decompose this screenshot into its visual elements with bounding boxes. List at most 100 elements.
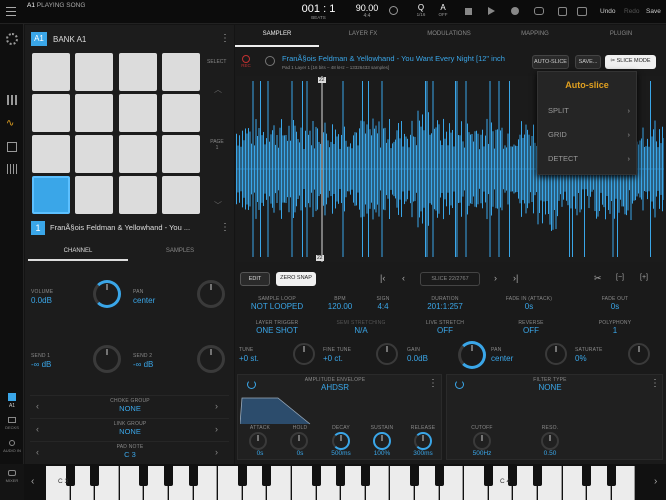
link-group-row[interactable]: ‹ LINK GROUP NONE ›	[30, 418, 229, 439]
redo-button[interactable]: Redo	[624, 8, 640, 15]
edit-button[interactable]: EDIT	[240, 272, 270, 286]
hold-knob[interactable]	[290, 432, 308, 450]
sustain-knob[interactable]	[373, 432, 391, 450]
filter-type-header[interactable]: FILTER TYPE NONE	[470, 377, 630, 392]
ui-icon[interactable]	[577, 7, 587, 16]
pad-11[interactable]	[119, 94, 157, 132]
black-key[interactable]	[262, 466, 272, 486]
sample-title[interactable]: FranÃ§ois Feldman & Yellowhand - You Wan…	[282, 54, 528, 63]
tempo-display[interactable]: 90.00 4:4	[352, 3, 382, 19]
tab-channel[interactable]: CHANNEL	[28, 243, 128, 261]
pad-2[interactable]	[75, 176, 113, 214]
metronome-icon[interactable]	[389, 6, 398, 15]
octave-down-icon[interactable]: ‹	[31, 476, 34, 487]
black-key[interactable]	[533, 466, 542, 486]
cutoff-knob[interactable]	[473, 432, 491, 450]
slice-counter[interactable]: SLICE 22/2767	[420, 272, 480, 286]
settings-icon[interactable]	[6, 33, 18, 45]
pad-14[interactable]	[75, 53, 113, 91]
param-live-stretch[interactable]: LIVE STRETCH OFF	[410, 320, 480, 335]
pad-6[interactable]	[75, 135, 113, 173]
prev-slice-icon[interactable]: ‹	[402, 273, 405, 283]
bank-more-icon[interactable]: ⋮	[220, 33, 230, 44]
pad-15[interactable]	[119, 53, 157, 91]
position-display[interactable]: 001 : 1 BEATS	[296, 3, 341, 20]
black-key[interactable]	[90, 466, 100, 486]
black-key[interactable]	[336, 466, 346, 486]
amp-envelope-header[interactable]: AMPLITUDE ENVELOPE AHDSR	[260, 377, 410, 392]
pad-5[interactable]	[32, 135, 70, 173]
save-sample-button[interactable]: SAVE...	[575, 55, 601, 69]
amp-more-icon[interactable]: ⋮	[428, 378, 438, 389]
last-slice-icon[interactable]: ›|	[513, 273, 518, 283]
pad-7[interactable]	[119, 135, 157, 173]
black-key[interactable]	[139, 466, 149, 486]
black-key[interactable]	[434, 466, 444, 486]
menu-item-detect[interactable]: DETECT ›	[548, 154, 630, 163]
note-next-icon[interactable]: ›	[215, 447, 218, 457]
tab-layer-fx[interactable]: LAYER FX	[321, 31, 405, 37]
tune-knob[interactable]	[293, 343, 315, 365]
slice-marker-top[interactable]: 22	[318, 77, 326, 83]
loop-icon[interactable]	[534, 7, 544, 15]
record-button[interactable]: REC	[238, 55, 254, 68]
pad-note-row[interactable]: ‹ PAD NOTE C 3 ›	[30, 441, 229, 462]
quantize-display[interactable]: Q 1/16	[413, 3, 429, 17]
release-knob[interactable]	[414, 432, 432, 450]
sidebar-mixer[interactable]: MIXER	[0, 470, 24, 483]
pad-sample-name[interactable]: FranÃ§ois Feldman & Yellowhand - You ...	[50, 223, 212, 232]
stop-icon[interactable]	[465, 8, 472, 15]
zero-snap-button[interactable]: ZERO SNAP	[276, 272, 316, 286]
automation-icon[interactable]	[558, 7, 567, 16]
volume-knob[interactable]	[93, 280, 121, 308]
next-slice-icon[interactable]: ›	[494, 273, 497, 283]
auto-slice-button[interactable]: AUTO-SLICE	[532, 55, 569, 69]
pad-10[interactable]	[75, 94, 113, 132]
filter-power-icon[interactable]	[455, 380, 464, 389]
sequencer-view-icon[interactable]	[7, 142, 17, 152]
cut-icon[interactable]: ✂	[594, 273, 602, 284]
attack-knob[interactable]	[249, 432, 267, 450]
tab-samples[interactable]: SAMPLES	[130, 243, 230, 261]
pan-knob[interactable]	[197, 280, 225, 308]
mixer-view-icon[interactable]	[7, 164, 17, 174]
param-reverse[interactable]: REVERSE OFF	[496, 320, 566, 335]
pads-view-icon[interactable]	[7, 95, 17, 105]
add-slice-button[interactable]: [+]	[640, 274, 648, 281]
black-key[interactable]	[483, 466, 493, 486]
gain-knob[interactable]	[458, 341, 486, 369]
save-song-button[interactable]: Save	[646, 8, 661, 15]
page-up-icon[interactable]: ︿	[214, 84, 222, 95]
select-label[interactable]: SELECT	[207, 59, 226, 65]
pad-8[interactable]	[162, 135, 200, 173]
param-semi-stretching[interactable]: SEMI STRETCHING N/A	[326, 320, 396, 335]
tab-sampler[interactable]: SAMPLER	[235, 31, 319, 47]
param-fade-in[interactable]: FADE IN (ATTACK) 0s	[488, 296, 570, 311]
black-key[interactable]	[360, 466, 370, 486]
pad-3[interactable]	[119, 176, 157, 214]
undo-button[interactable]: Undo	[600, 8, 616, 15]
menu-icon[interactable]	[6, 7, 16, 16]
sample-play-icon[interactable]	[265, 56, 275, 66]
sidebar-a1[interactable]: A1	[0, 393, 24, 409]
tab-plugin[interactable]: PLUGIN	[579, 31, 663, 37]
tab-mapping[interactable]: MAPPING	[493, 31, 577, 37]
param-polyphony[interactable]: POLYPHONY 1	[580, 320, 650, 335]
page-down-icon[interactable]: ﹀	[214, 200, 222, 211]
pad-12[interactable]	[162, 94, 200, 132]
remove-slice-button[interactable]: [−]	[616, 274, 624, 281]
bank-title[interactable]: BANK A1	[53, 35, 86, 44]
black-key[interactable]	[164, 466, 173, 486]
first-slice-icon[interactable]: |‹	[380, 273, 385, 283]
pad-1[interactable]	[32, 176, 70, 214]
menu-item-split[interactable]: SPLIT ›	[548, 106, 630, 115]
pad-16[interactable]	[162, 53, 200, 91]
pad-more-icon[interactable]: ⋮	[220, 222, 230, 233]
reso-knob[interactable]	[541, 432, 559, 450]
param-duration[interactable]: DURATION 201:1:257	[410, 296, 480, 311]
black-key[interactable]	[582, 466, 592, 486]
param-layer-trigger[interactable]: LAYER TRIGGER ONE SHOT	[240, 320, 314, 335]
song-selector[interactable]: A1 PLAYING SONG	[27, 2, 85, 9]
choke-group-row[interactable]: ‹ CHOKE GROUP NONE ›	[30, 395, 229, 416]
choke-next-icon[interactable]: ›	[215, 401, 218, 411]
